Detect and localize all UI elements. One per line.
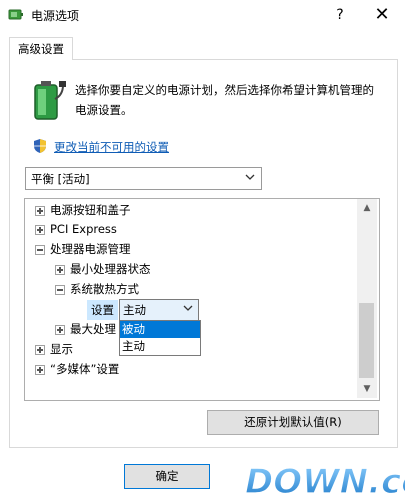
plan-select-value: 平衡 [活动] — [31, 172, 90, 186]
combo-value: 主动 — [123, 303, 146, 317]
chevron-down-icon — [245, 174, 255, 180]
change-unavailable-settings-link[interactable]: 更改当前不可用的设置 — [54, 139, 169, 155]
collapse-minus-icon[interactable] — [55, 285, 65, 295]
down-cc-watermark: DOWN.cc — [244, 461, 405, 502]
setting-label: 设置 — [87, 300, 118, 320]
collapse-minus-icon[interactable] — [35, 245, 45, 255]
plan-select[interactable]: 平衡 [活动] — [25, 167, 262, 190]
close-button[interactable]: ✕ — [364, 3, 400, 27]
description-text: 选择你要自定义的电源计划，然后选择你希望计算机管理的电源设置。 — [75, 83, 374, 117]
scroll-down-arrow-icon[interactable]: ▼ — [357, 380, 377, 398]
cooling-policy-combo[interactable]: 主动 — [119, 299, 199, 321]
scrollbar-thumb[interactable] — [359, 303, 374, 378]
help-button[interactable]: ? — [326, 3, 354, 27]
power-options-icon — [8, 9, 23, 20]
expand-plus-icon[interactable] — [35, 225, 45, 235]
dropdown-option-active[interactable]: 主动 — [120, 338, 200, 355]
cooling-policy-dropdown[interactable]: 被动 主动 — [119, 320, 201, 356]
chevron-down-icon — [183, 305, 193, 311]
uac-shield-icon — [34, 139, 46, 153]
scroll-up-arrow-icon[interactable]: ▲ — [357, 199, 377, 217]
expand-plus-icon[interactable] — [55, 265, 65, 275]
tab-advanced-settings[interactable]: 高级设置 — [9, 37, 73, 60]
title-bar: 电源选项 ? ✕ — [0, 0, 405, 31]
expand-plus-icon[interactable] — [55, 325, 65, 335]
expand-plus-icon[interactable] — [35, 206, 45, 216]
dropdown-option-passive[interactable]: 被动 — [120, 321, 200, 338]
window-title: 电源选项 — [31, 9, 80, 23]
svg-text:DOWN.cc: DOWN.cc — [245, 462, 405, 502]
tree-scrollbar[interactable]: ▲ ▼ — [357, 199, 377, 398]
battery-icon — [34, 81, 66, 120]
restore-defaults-button[interactable]: 还原计划默认值(R) — [207, 410, 379, 435]
expand-plus-icon[interactable] — [35, 345, 45, 355]
ok-button[interactable]: 确定 — [124, 464, 210, 489]
expand-plus-icon[interactable] — [35, 365, 45, 375]
